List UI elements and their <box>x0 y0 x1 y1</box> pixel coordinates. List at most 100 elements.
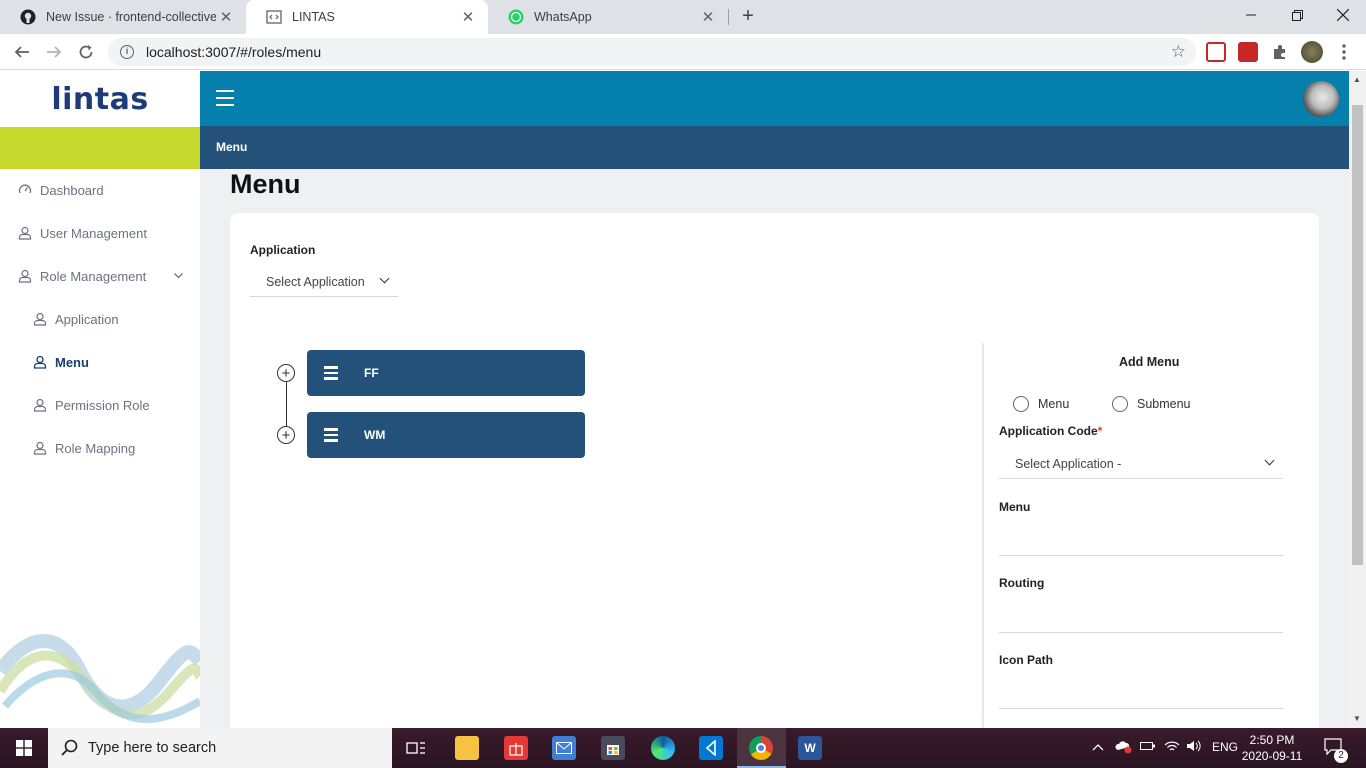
radio-label: Menu <box>1038 397 1070 411</box>
page-scrollbar[interactable]: ▲ ▼ <box>1349 71 1366 728</box>
sidebar-item-permission-role[interactable]: Permission Role <box>0 390 200 420</box>
gauge-icon <box>18 183 32 197</box>
taskbar-search[interactable]: Type here to search <box>48 728 392 768</box>
panel-divider <box>982 343 984 728</box>
gift-app-icon[interactable] <box>504 736 528 760</box>
routing-input[interactable] <box>999 603 1283 633</box>
more-menu-icon[interactable] <box>1340 43 1348 63</box>
sidebar-item-menu[interactable]: Menu <box>0 347 200 377</box>
clock[interactable]: 2:50 PM 2020-09-11 <box>1240 732 1304 764</box>
onedrive-error-icon[interactable] <box>1115 740 1133 757</box>
word-icon[interactable]: W <box>798 736 822 760</box>
language-indicator[interactable]: ENG <box>1212 740 1238 754</box>
red-extension-icon[interactable] <box>1238 42 1258 62</box>
radio-label: Submenu <box>1137 397 1191 411</box>
new-tab-button[interactable]: + <box>737 5 759 27</box>
breadcrumb-bar: Menu <box>200 126 1349 169</box>
sidebar-item-label: User Management <box>40 225 147 241</box>
app-code-select[interactable]: Select Application - <box>999 449 1283 479</box>
tab-lintas[interactable]: LINTAS ✕ <box>246 0 488 34</box>
drag-handle-icon[interactable] <box>324 363 338 383</box>
restore-icon[interactable] <box>1274 0 1320 30</box>
reload-icon[interactable] <box>72 38 100 66</box>
app-code-label-text: Application Code <box>999 424 1098 438</box>
bookmark-star-icon[interactable]: ☆ <box>1171 42 1186 62</box>
chrome-icon[interactable] <box>749 736 773 760</box>
tab-whatsapp[interactable]: WhatsApp ✕ <box>488 0 728 34</box>
sidebar-item-label: Application <box>55 311 119 327</box>
close-icon[interactable]: ✕ <box>216 8 236 26</box>
radio-circle[interactable] <box>1112 396 1128 412</box>
vscode-icon[interactable] <box>699 736 723 760</box>
icon-path-field-label: Icon Path <box>999 653 1054 667</box>
edge-browser-icon[interactable] <box>651 736 675 760</box>
sidebar-item-label: Permission Role <box>55 397 150 413</box>
user-icon <box>33 398 47 412</box>
menu-input[interactable] <box>999 526 1283 556</box>
app-code-select-value: Select Application - <box>1015 456 1122 471</box>
sidebar-item-application[interactable]: Application <box>0 304 200 334</box>
info-icon[interactable]: i <box>120 45 134 59</box>
expand-plus-icon[interactable]: + <box>277 426 295 444</box>
mail-icon[interactable] <box>552 736 576 760</box>
whatsapp-icon <box>508 9 524 25</box>
tree-node-label: FF <box>364 366 379 380</box>
forward-arrow-icon[interactable] <box>40 38 68 66</box>
scroll-thumb[interactable] <box>1352 105 1363 565</box>
user-icon <box>33 355 47 369</box>
extensions-puzzle-icon[interactable] <box>1270 42 1290 62</box>
tab-github[interactable]: New Issue · frontend-collective/r ✕ <box>0 0 246 34</box>
sidebar-item-role-mapping[interactable]: Role Mapping <box>0 433 200 463</box>
wifi-icon[interactable] <box>1164 740 1180 755</box>
minimize-icon[interactable] <box>1228 0 1274 30</box>
scroll-down-arrow-icon[interactable]: ▼ <box>1353 714 1361 723</box>
tray-chevron-up-icon[interactable] <box>1092 740 1104 754</box>
tree-node-ff[interactable]: FF <box>307 350 585 396</box>
app-header <box>200 71 1349 126</box>
radio-submenu[interactable]: Submenu <box>1112 396 1191 412</box>
back-arrow-icon[interactable] <box>8 38 36 66</box>
speaker-icon[interactable] <box>1186 740 1202 755</box>
tree-node-wm[interactable]: WM <box>307 412 585 458</box>
drag-handle-icon[interactable] <box>324 425 338 445</box>
window-close-icon[interactable] <box>1320 0 1366 30</box>
tab-title: WhatsApp <box>534 10 592 24</box>
user-avatar[interactable] <box>1303 81 1339 117</box>
scroll-up-arrow-icon[interactable]: ▲ <box>1353 75 1361 84</box>
task-view-icon[interactable] <box>404 736 428 760</box>
icon-path-input[interactable] <box>999 679 1283 709</box>
user-icon <box>18 269 32 283</box>
add-menu-title: Add Menu <box>1119 355 1180 369</box>
tab-separator <box>728 9 729 25</box>
windows-start-icon[interactable] <box>0 728 48 768</box>
logo[interactable]: lintas <box>51 82 148 117</box>
github-icon <box>20 9 36 25</box>
search-icon <box>48 738 88 758</box>
radio-menu[interactable]: Menu <box>1013 396 1069 412</box>
pocket-extension-icon[interactable] <box>1206 42 1226 62</box>
close-icon[interactable]: ✕ <box>458 8 478 26</box>
battery-icon[interactable] <box>1140 740 1156 755</box>
hamburger-menu-icon[interactable] <box>216 90 234 106</box>
close-icon[interactable]: ✕ <box>698 8 718 26</box>
breadcrumb: Menu <box>216 140 248 154</box>
sidebar-item-dashboard[interactable]: Dashboard <box>0 175 200 205</box>
sidebar-item-user-management[interactable]: User Management <box>0 218 200 248</box>
address-bar[interactable]: i localhost:3007/#/roles/menu ☆ <box>108 38 1196 66</box>
menu-card: Application Select Application + + FF WM… <box>230 213 1319 728</box>
sidebar-accent-bar <box>0 127 200 169</box>
clock-date: 2020-09-11 <box>1241 749 1303 763</box>
store-icon[interactable] <box>601 736 625 760</box>
browser-tab-strip: New Issue · frontend-collective/r ✕ LINT… <box>0 0 1366 34</box>
file-explorer-icon[interactable] <box>455 736 479 760</box>
profile-avatar[interactable] <box>1301 41 1323 63</box>
chevron-down-icon <box>1264 455 1275 466</box>
app-code-label: Application Code* <box>999 424 1102 438</box>
user-icon <box>33 441 47 455</box>
expand-plus-icon[interactable]: + <box>277 364 295 382</box>
sidebar-item-label: Menu <box>55 354 89 370</box>
radio-circle[interactable] <box>1013 396 1029 412</box>
application-select[interactable]: Select Application <box>250 267 398 297</box>
sidebar-item-role-management[interactable]: Role Management <box>0 261 200 291</box>
notification-count-badge: 2 <box>1334 749 1348 763</box>
